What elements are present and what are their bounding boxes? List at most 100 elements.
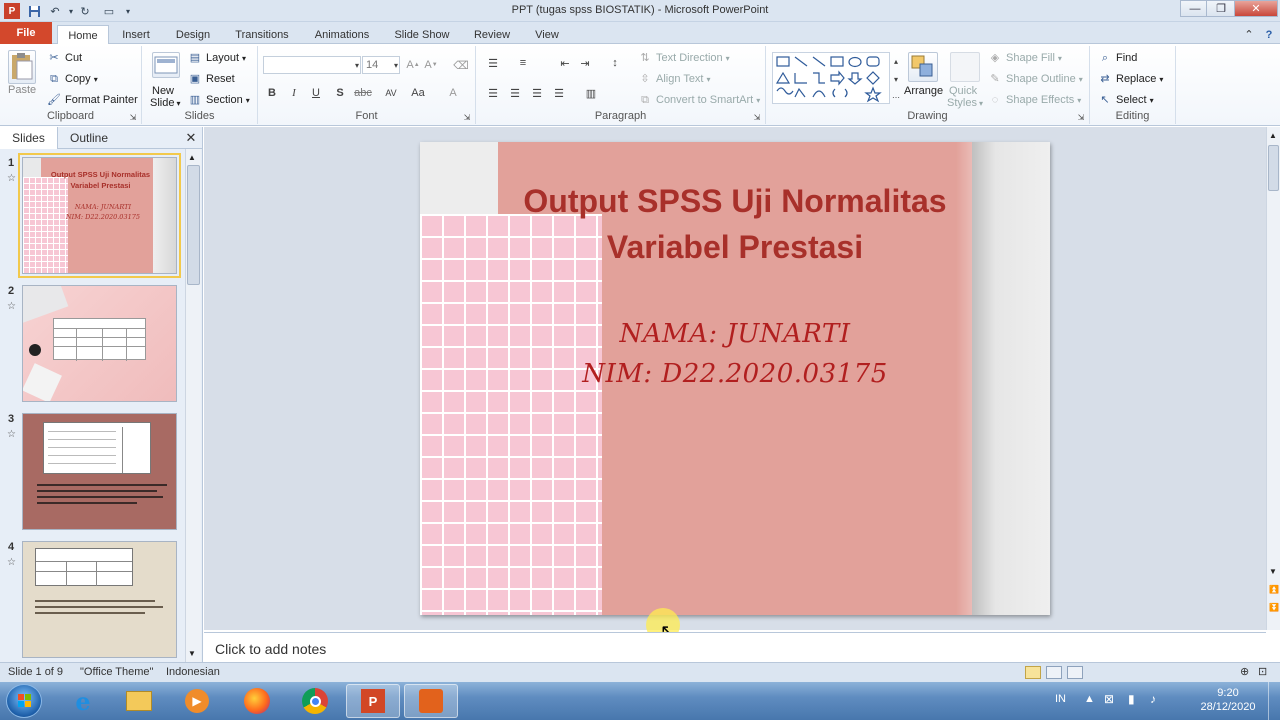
italic-button[interactable]: I xyxy=(285,84,303,102)
previous-slide-icon[interactable]: ⏫ xyxy=(1269,585,1279,594)
reset-button[interactable]: ▣ Reset xyxy=(188,72,235,86)
main-scroll-up-icon[interactable]: ▲ xyxy=(1269,131,1277,140)
copy-button[interactable]: ⧉ Copy ▾ xyxy=(47,72,98,86)
tab-animations[interactable]: Animations xyxy=(308,25,376,44)
show-desktop-button[interactable] xyxy=(1268,682,1280,720)
tray-expand-icon[interactable]: ▲ xyxy=(1084,693,1095,705)
notes-pane[interactable]: Click to add notes xyxy=(204,632,1266,662)
increase-indent-icon[interactable]: ⇥ xyxy=(576,54,594,72)
character-spacing-button[interactable]: AV xyxy=(380,84,402,102)
quick-styles-label-1[interactable]: Quick xyxy=(949,85,977,97)
select-button[interactable]: ↖ Select ▾ xyxy=(1098,93,1153,107)
scroll-down-arrow-icon[interactable]: ▼ xyxy=(188,649,196,658)
language-indicator[interactable]: IN xyxy=(1055,693,1066,705)
columns-icon[interactable]: ▥ xyxy=(582,84,600,102)
slide-title[interactable]: Output SPSS Uji Normalitas Variabel Pres… xyxy=(510,178,960,270)
tab-design[interactable]: Design xyxy=(170,25,216,44)
strikethrough-button[interactable]: abc xyxy=(352,84,374,102)
shapes-gallery[interactable] xyxy=(772,52,890,104)
font-launcher-icon[interactable]: ⇲ xyxy=(458,108,476,126)
font-name-combo[interactable] xyxy=(263,56,361,74)
shapes-more-icon[interactable]: ⋯ xyxy=(890,88,902,106)
shrink-font-icon[interactable]: A ▼ xyxy=(422,56,440,74)
internet-explorer-icon[interactable]: e xyxy=(56,684,110,718)
tab-slide-show[interactable]: Slide Show xyxy=(390,25,454,44)
start-button[interactable] xyxy=(6,684,42,718)
tab-outline-pane[interactable]: Outline xyxy=(58,127,120,149)
bullets-icon[interactable]: ☰ xyxy=(484,54,502,72)
reading-view-icon[interactable] xyxy=(1067,666,1083,679)
network-icon[interactable]: ⊠ xyxy=(1104,692,1114,706)
shapes-scroll-down-icon[interactable]: ▾ xyxy=(890,70,902,88)
new-slide-label-1[interactable]: New xyxy=(152,85,174,97)
shape-fill-button[interactable]: ◈ Shape Fill ▾ xyxy=(988,51,1062,65)
slides-pane-scroll-thumb[interactable] xyxy=(187,165,200,285)
volume-icon[interactable]: ♪ xyxy=(1150,692,1156,706)
thumbnail-row-2[interactable]: 2 ☆ xyxy=(0,283,185,407)
main-scroll-thumb[interactable] xyxy=(1268,145,1279,191)
new-slide-icon[interactable] xyxy=(152,52,180,78)
slide-thumbnail-2[interactable] xyxy=(22,285,177,402)
language-status[interactable]: Indonesian xyxy=(166,666,220,678)
slides-pane-scrollbar[interactable]: ▲ ▼ xyxy=(185,149,201,662)
slide-editor-scrollbar[interactable]: ▲ ▼ ⏫ ⏬ xyxy=(1266,127,1280,630)
cut-button[interactable]: ✂ Cut xyxy=(47,51,82,65)
tab-transitions[interactable]: Transitions xyxy=(230,25,294,44)
battery-icon[interactable]: ▮ xyxy=(1128,692,1135,706)
help-icon[interactable]: ? xyxy=(1262,25,1276,44)
change-case-button[interactable]: Aa xyxy=(406,84,430,102)
drawing-launcher-icon[interactable]: ⇲ xyxy=(1072,108,1090,126)
slide-thumbnail-1[interactable]: Output SPSS Uji Normalitas Variabel Pres… xyxy=(18,153,181,278)
thumbnail-row-4[interactable]: 4 ☆ xyxy=(0,539,185,663)
shadow-button[interactable]: S xyxy=(331,84,349,102)
file-explorer-icon[interactable] xyxy=(112,684,166,718)
decrease-indent-icon[interactable]: ⇤ xyxy=(556,54,574,72)
theme-status[interactable]: "Office Theme" xyxy=(80,666,153,678)
tab-file[interactable]: File xyxy=(0,22,52,44)
tab-review[interactable]: Review xyxy=(468,25,516,44)
slide-canvas[interactable]: Output SPSS Uji Normalitas Variabel Pres… xyxy=(420,142,1050,615)
grow-font-icon[interactable]: A ▲ xyxy=(404,56,422,74)
main-scroll-down-icon[interactable]: ▼ xyxy=(1269,567,1277,576)
font-color-button[interactable]: A xyxy=(444,84,462,102)
paste-button[interactable]: Paste xyxy=(8,84,36,96)
next-slide-icon[interactable]: ⏬ xyxy=(1269,603,1279,612)
fit-to-window-icon[interactable]: ⊡ xyxy=(1258,665,1267,678)
align-right-icon[interactable]: ☰ xyxy=(528,84,546,102)
paragraph-launcher-icon[interactable]: ⇲ xyxy=(748,108,766,126)
format-painter-button[interactable]: 🖌 Format Painter xyxy=(47,93,138,107)
slide-thumbnail-4[interactable] xyxy=(22,541,177,658)
close-button[interactable]: ✕ xyxy=(1234,0,1278,17)
bold-button[interactable]: B xyxy=(263,84,281,102)
text-direction-button[interactable]: ⇅ Text Direction ▾ xyxy=(638,51,729,65)
quick-styles-icon[interactable] xyxy=(950,52,980,82)
firefox-icon[interactable] xyxy=(230,684,284,718)
collapse-ribbon-icon[interactable]: ⌃ xyxy=(1242,25,1256,44)
slide-subtitle[interactable]: NAMA: JUNARTI NIM: D22.2020.03175 xyxy=(570,314,900,394)
thumbnail-row-3[interactable]: 3 ☆ xyxy=(0,411,185,535)
tab-view[interactable]: View xyxy=(528,25,566,44)
replace-button[interactable]: ⇄ Replace ▾ xyxy=(1098,72,1163,86)
align-center-icon[interactable]: ☰ xyxy=(506,84,524,102)
arrange-button[interactable]: Arrange xyxy=(904,85,943,97)
slide-thumbnail-3[interactable] xyxy=(22,413,177,530)
paste-icon[interactable] xyxy=(8,50,36,84)
clock[interactable]: 9:20 28/12/2020 xyxy=(1192,686,1264,714)
screen-recorder-icon[interactable] xyxy=(404,684,458,718)
justify-icon[interactable]: ☰ xyxy=(550,84,568,102)
underline-button[interactable]: U xyxy=(307,84,325,102)
find-button[interactable]: ⌕ Find xyxy=(1098,51,1138,65)
layout-button[interactable]: ▤ Layout ▾ xyxy=(188,51,246,65)
shapes-scroll-up-icon[interactable]: ▴ xyxy=(890,52,902,70)
tab-home[interactable]: Home xyxy=(57,25,109,45)
clear-formatting-icon[interactable]: ⌫ xyxy=(452,56,470,74)
clipboard-launcher-icon[interactable]: ⇲ xyxy=(124,108,142,126)
chrome-icon[interactable] xyxy=(288,684,342,718)
section-button[interactable]: ▥ Section ▾ xyxy=(188,93,250,107)
align-left-icon[interactable]: ☰ xyxy=(484,84,502,102)
zoom-in-icon[interactable]: ⊕ xyxy=(1240,665,1249,678)
powerpoint-taskbar-icon[interactable]: P xyxy=(346,684,400,718)
tab-slides-pane[interactable]: Slides xyxy=(0,127,58,149)
quick-styles-label-2[interactable]: Styles ▾ xyxy=(947,97,983,109)
shape-effects-button[interactable]: ◌ Shape Effects ▾ xyxy=(988,93,1082,107)
